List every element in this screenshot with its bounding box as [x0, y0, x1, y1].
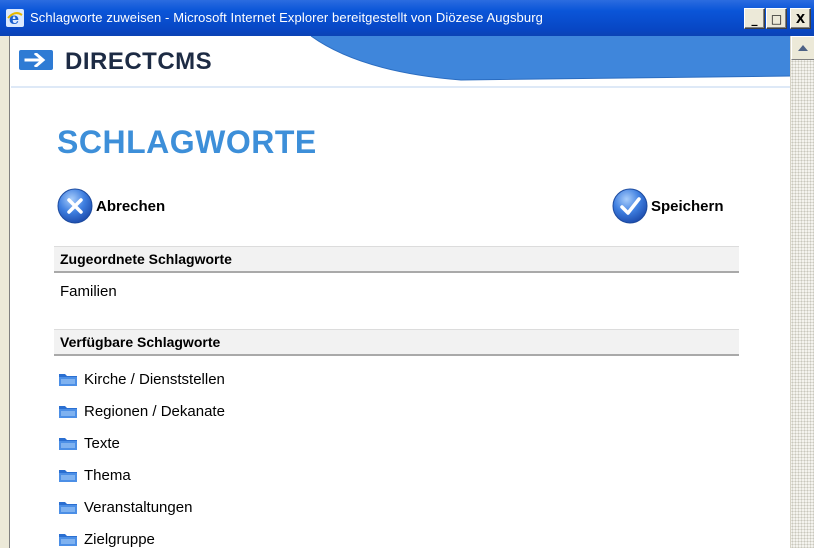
folder-label: Thema — [84, 466, 131, 484]
title-bar[interactable]: e Schlagworte zuweisen - Microsoft Inter… — [0, 0, 814, 36]
checkmark-icon — [612, 188, 648, 224]
save-button[interactable]: Speichern — [611, 186, 724, 226]
cancel-label: Abrechen — [96, 197, 166, 215]
list-item[interactable]: Regionen / Dekanate — [58, 400, 225, 422]
list-item[interactable]: Veranstaltungen — [58, 496, 192, 518]
list-item[interactable]: Thema — [58, 464, 131, 486]
available-heading: Verfügbare Schlagworte — [54, 329, 739, 356]
scroll-up-button[interactable] — [791, 36, 814, 60]
window-title: Schlagworte zuweisen - Microsoft Interne… — [30, 10, 543, 25]
cancel-button[interactable]: Abrechen — [56, 186, 165, 226]
internet-explorer-icon: e — [6, 9, 24, 27]
folder-label: Regionen / Dekanate — [84, 402, 225, 420]
folder-icon — [59, 438, 77, 450]
arrow-right-icon — [19, 50, 53, 70]
vertical-scrollbar[interactable] — [790, 36, 814, 548]
list-item[interactable]: Zielgruppe — [58, 528, 155, 548]
brand-name: DIRECTCMS — [65, 48, 213, 75]
browser-window: e Schlagworte zuweisen - Microsoft Inter… — [0, 0, 814, 548]
folder-label: Veranstaltungen — [84, 498, 193, 516]
folder-icon — [59, 470, 77, 482]
folder-icon — [59, 534, 77, 546]
folder-icon — [59, 502, 77, 514]
folder-icon — [59, 406, 77, 418]
minimize-button[interactable]: _ — [744, 8, 765, 29]
maximize-button[interactable]: □ — [766, 8, 787, 29]
page-content: DIRECTCMS SCHLAGWORTE Abrechen Speichern… — [11, 36, 790, 548]
folder-label: Kirche / Dienststellen — [84, 370, 225, 388]
save-label: Speichern — [651, 197, 724, 215]
brand-header: DIRECTCMS — [11, 36, 790, 88]
assigned-heading: Zugeordnete Schlagworte — [54, 246, 739, 273]
list-item[interactable]: Kirche / Dienststellen — [58, 368, 225, 390]
window-border — [0, 36, 10, 548]
cancel-icon — [57, 188, 93, 224]
folder-label: Zielgruppe — [84, 530, 155, 548]
close-button[interactable]: X — [790, 8, 811, 29]
svg-text:e: e — [9, 9, 19, 27]
folder-label: Texte — [84, 434, 120, 452]
folder-icon — [59, 374, 77, 386]
assigned-keyword[interactable]: Familien — [60, 283, 117, 300]
page-title: SCHLAGWORTE — [57, 124, 317, 160]
list-item[interactable]: Texte — [58, 432, 120, 454]
chevron-up-icon — [798, 45, 808, 51]
